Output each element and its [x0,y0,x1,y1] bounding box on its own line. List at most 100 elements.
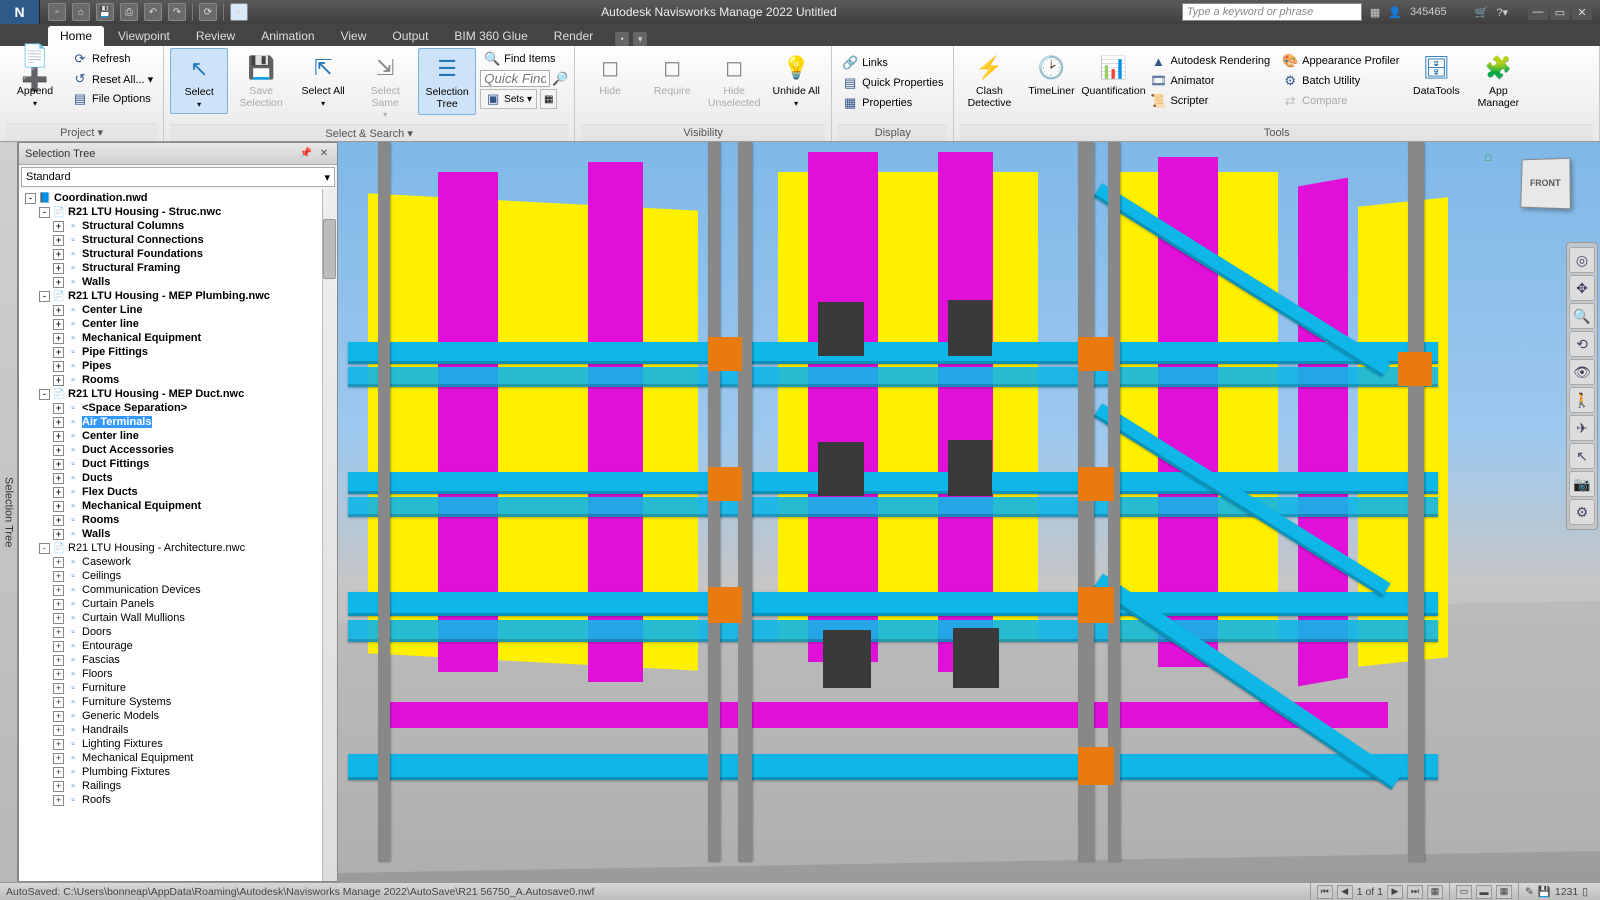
render-mode3-icon[interactable]: ▦ [1496,885,1512,899]
tree-row[interactable]: +▫Pipes [19,359,337,373]
tab-output[interactable]: Output [380,26,440,46]
quick-properties-button[interactable]: ▤Quick Properties [838,74,947,92]
quick-find-go-icon[interactable]: 🔎 [552,71,568,87]
nav-fly-icon[interactable]: ✈ [1569,415,1595,441]
tree-expander-icon[interactable]: + [53,305,64,316]
datatools-button[interactable]: 🗄DataTools [1407,48,1465,102]
cart-icon[interactable]: 🛒 [1475,6,1489,19]
select-button[interactable]: ↖ Select ▾ [170,48,228,114]
selection-tree[interactable]: -📘Coordination.nwd-📄R21 LTU Housing - St… [19,189,337,881]
tree-row[interactable]: +▫Fascias [19,653,337,667]
batch-utility-button[interactable]: ⚙Batch Utility [1278,72,1403,90]
select-all-button[interactable]: ⇱ Select All ▾ [294,48,352,112]
properties-button[interactable]: ▦Properties [838,94,947,112]
tree-expander-icon[interactable]: + [53,725,64,736]
sheet-prev-icon[interactable]: ◀ [1337,885,1353,899]
tree-expander-icon[interactable]: + [53,361,64,372]
tree-row[interactable]: -📄R21 LTU Housing - Architecture.nwc [19,541,337,555]
tree-expander-icon[interactable]: + [53,417,64,428]
help-icon[interactable]: ?▾ [1496,6,1508,19]
tree-row[interactable]: +▫Center line [19,429,337,443]
tab-review[interactable]: Review [184,26,247,46]
tree-expander-icon[interactable]: + [53,333,64,344]
tree-expander-icon[interactable]: + [53,431,64,442]
tree-row[interactable]: +▫Ducts [19,471,337,485]
tree-expander-icon[interactable]: + [53,529,64,540]
group-label-select-search[interactable]: Select & Search ▾ [170,124,568,142]
tree-row[interactable]: +▫Plumbing Fixtures [19,765,337,779]
reset-all-button[interactable]: ↺Reset All... ▾ [68,70,157,88]
tree-row[interactable]: +▫Ceilings [19,569,337,583]
tree-row[interactable]: +▫Entourage [19,639,337,653]
tree-row[interactable]: +▫Roofs [19,793,337,807]
tree-row[interactable]: +▫Furniture Systems [19,695,337,709]
qat-redo-icon[interactable]: ↷ [168,3,186,21]
tree-expander-icon[interactable]: + [53,445,64,456]
minimize-button[interactable]: — [1528,4,1548,20]
tree-expander-icon[interactable]: + [53,627,64,638]
sheet-next-icon[interactable]: ▶ [1387,885,1403,899]
tree-expander-icon[interactable]: + [53,515,64,526]
selection-tree-button[interactable]: ☰ Selection Tree [418,48,476,115]
tree-expander-icon[interactable]: + [53,277,64,288]
tree-row[interactable]: -📄R21 LTU Housing - Struc.nwc [19,205,337,219]
tab-viewpoint[interactable]: Viewpoint [106,26,182,46]
tree-row[interactable]: +▫Handrails [19,723,337,737]
tree-row[interactable]: +▫Rooms [19,373,337,387]
autodesk-rendering-button[interactable]: ▲Autodesk Rendering [1146,52,1274,70]
tree-expander-icon[interactable]: + [53,641,64,652]
tree-expander-icon[interactable]: - [25,193,36,204]
file-options-button[interactable]: ▤File Options [68,90,157,108]
hide-button[interactable]: ◻Hide [581,48,639,102]
nav-walk-icon[interactable]: 🚶 [1569,387,1595,413]
quantification-button[interactable]: 📊Quantification [1084,48,1142,102]
quick-find-input[interactable] [480,70,550,87]
tree-row[interactable]: +▫Curtain Panels [19,597,337,611]
save-selection-button[interactable]: 💾 Save Selection [232,48,290,113]
qat-print-icon[interactable]: ⎙ [120,3,138,21]
tree-expander-icon[interactable]: + [53,557,64,568]
ribbon-expand-icon[interactable]: ▾ [633,32,647,46]
find-items-button[interactable]: 🔍Find Items [480,50,568,68]
animator-button[interactable]: 🎞Animator [1146,72,1274,90]
tree-expander-icon[interactable]: + [53,487,64,498]
nav-select-icon[interactable]: ↖ [1569,443,1595,469]
tab-view[interactable]: View [329,26,379,46]
tree-expander-icon[interactable]: + [53,571,64,582]
sheet-first-icon[interactable]: ⏮ [1317,885,1333,899]
viewcube[interactable]: FRONT [1512,150,1578,216]
tree-expander-icon[interactable]: + [53,753,64,764]
tree-expander-icon[interactable]: + [53,347,64,358]
tree-expander-icon[interactable]: + [53,655,64,666]
infocenter-icon[interactable]: ▦ [1370,6,1380,19]
tree-row[interactable]: +▫Curtain Wall Mullions [19,611,337,625]
tree-row[interactable]: +▫Duct Accessories [19,443,337,457]
tree-expander-icon[interactable]: + [53,459,64,470]
tree-row[interactable]: -📄R21 LTU Housing - MEP Duct.nwc [19,387,337,401]
close-button[interactable]: ✕ [1572,4,1592,20]
tab-animation[interactable]: Animation [249,26,326,46]
appearance-profiler-button[interactable]: 🎨Appearance Profiler [1278,52,1403,70]
tree-expander-icon[interactable]: + [53,697,64,708]
unhide-all-button[interactable]: 💡Unhide All▾ [767,48,825,112]
tree-row[interactable]: +▫Structural Framing [19,261,337,275]
tree-expander-icon[interactable]: - [39,543,50,554]
nav-pan-icon[interactable]: ✥ [1569,275,1595,301]
panel-header[interactable]: Selection Tree 📌 ✕ [19,143,337,165]
nav-camera-icon[interactable]: 📷 [1569,471,1595,497]
tree-expander-icon[interactable]: + [53,221,64,232]
tree-row[interactable]: -📘Coordination.nwd [19,191,337,205]
ribbon-overflow-icon[interactable]: • [615,32,629,46]
scrollbar-thumb[interactable] [323,219,336,279]
tree-expander-icon[interactable]: + [53,767,64,778]
nav-look-icon[interactable]: 👁 [1569,359,1595,385]
timeliner-button[interactable]: 🕑TimeLiner [1022,48,1080,102]
tree-expander-icon[interactable]: + [53,711,64,722]
tree-row[interactable]: +▫Duct Fittings [19,457,337,471]
tree-row[interactable]: +▫Casework [19,555,337,569]
tree-row[interactable]: +▫Pipe Fittings [19,345,337,359]
tree-row[interactable]: +▫Communication Devices [19,583,337,597]
tree-expander-icon[interactable]: + [53,319,64,330]
tree-row[interactable]: +▫Air Terminals [19,415,337,429]
panel-close-icon[interactable]: ✕ [317,147,331,161]
